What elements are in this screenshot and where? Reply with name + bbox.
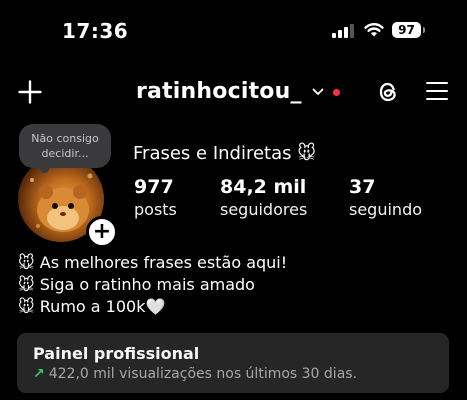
stat-posts-label: posts — [134, 200, 177, 219]
bio-line: 🐭 Rumo a 100k🤍 — [18, 297, 166, 316]
chevron-down-icon — [312, 88, 324, 95]
plus-icon[interactable] — [18, 80, 42, 104]
stat-followers-label: seguidores — [220, 200, 308, 219]
display-name: Frases e Indiretas 🐭 — [133, 143, 317, 164]
notification-dot — [332, 88, 340, 96]
stat-followers[interactable]: 84,2 mil seguidores — [220, 175, 307, 221]
threads-icon[interactable] — [375, 79, 401, 105]
bio-line: 🐭 Siga o ratinho mais amado — [18, 275, 255, 294]
menu-icon[interactable] — [426, 81, 448, 101]
stat-following-value: 37 — [349, 176, 376, 198]
stat-posts-value: 977 — [134, 176, 174, 198]
note-bubble[interactable]: Não consigo decidir... — [19, 124, 111, 168]
dashboard-stats: ↗ 422,0 mil visualizações nos últimos 30 … — [33, 366, 357, 382]
professional-dashboard-card[interactable]: Painel profissional ↗ 422,0 mil visualiza… — [17, 333, 449, 393]
add-story-button[interactable]: + — [86, 216, 118, 248]
stat-following[interactable]: 37 seguindo — [349, 175, 422, 221]
stat-posts: 977 posts — [134, 175, 177, 221]
dashboard-stats-text: 422,0 mil visualizações nos últimos 30 d… — [48, 366, 358, 382]
cellular-signal-icon — [332, 24, 354, 38]
dashboard-title: Painel profissional — [33, 344, 200, 363]
bio-line: 🐭 As melhores frases estão aqui! — [18, 253, 288, 272]
username: ratinhocitou_ — [136, 79, 302, 104]
battery-indicator: 97 — [392, 22, 421, 38]
status-time: 17:36 — [62, 19, 129, 43]
stat-following-label: seguindo — [349, 200, 423, 219]
wifi-icon — [364, 23, 384, 37]
stat-followers-value: 84,2 mil — [220, 176, 307, 198]
trend-up-icon: ↗ — [33, 366, 45, 382]
battery-tip — [423, 27, 425, 33]
account-switcher[interactable]: ratinhocitou_ — [136, 77, 340, 107]
